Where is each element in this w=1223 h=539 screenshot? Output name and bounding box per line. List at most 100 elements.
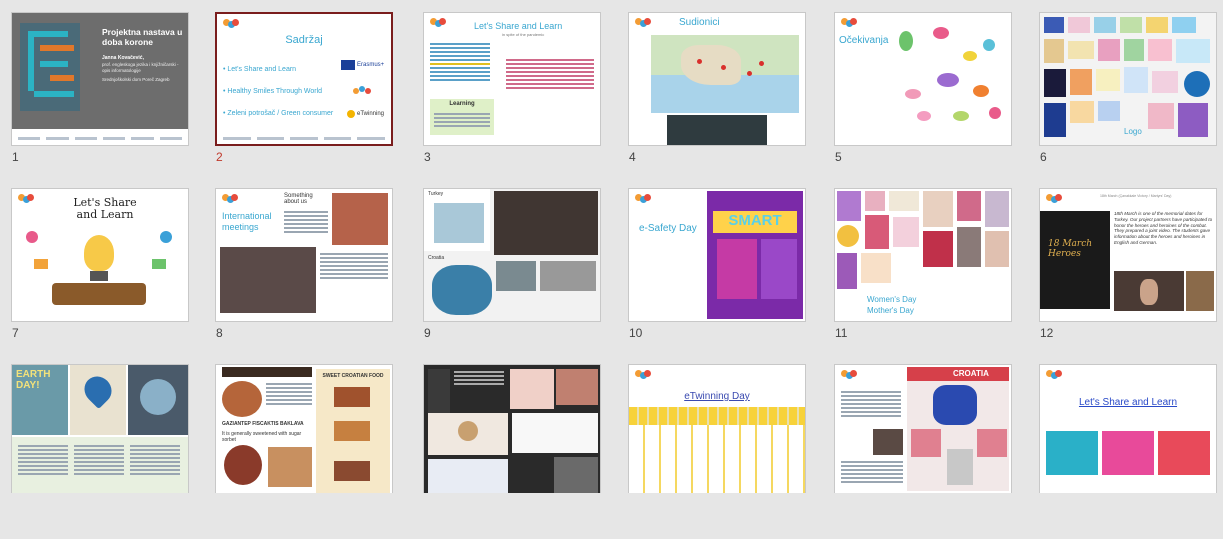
slide-cell-17: CROATIA [834, 364, 1012, 539]
slide-cell-4: Sudionici 4 [628, 12, 806, 187]
dish-name: GAZIANTEP FISCAKTIS BAKLAVA [222, 421, 304, 427]
dish-description: It is generally sweetened with sugar sor… [222, 431, 302, 443]
school-building-photo [332, 193, 388, 245]
slide-thumbnail-17[interactable]: CROATIA [834, 364, 1012, 493]
heroes-poster: 18 March Heroes [1040, 211, 1110, 309]
slide-cell-2: Sadržaj • Let's Share and Learn • Health… [215, 12, 393, 187]
slide-title: Let's Share and Learn [73, 196, 137, 221]
learning-box: Learning [430, 99, 494, 135]
slide-thumbnail-6[interactable]: Logo [1039, 12, 1217, 146]
sketch-drawing [428, 413, 508, 455]
slide-thumbnail-16[interactable]: eTwinning Day [628, 364, 806, 493]
slide-thumbnail-10[interactable]: e-Safety Day SMART [628, 188, 806, 322]
e-safety-poster: SMART [707, 191, 803, 319]
line-chart [512, 413, 598, 453]
agenda-item-1: • Let's Share and Learn [223, 66, 297, 73]
caption-mothers-day: Mother's Day [867, 306, 914, 315]
members-strip [629, 425, 805, 493]
agenda-item-3: • Zeleni potrošač / Green consumer [223, 110, 334, 117]
activities-table [12, 437, 188, 493]
chart-poster [510, 369, 554, 409]
heart-earth-poster [70, 365, 126, 435]
slide-number: 5 [835, 150, 842, 164]
slide-thumbnail-13[interactable]: EARTH DAY! [11, 364, 189, 493]
eu-flag-icon [341, 60, 355, 70]
slide-title: Let's Share and Learn [474, 21, 563, 31]
slide-number: 4 [629, 150, 636, 164]
slide-caption: Logo [1124, 127, 1142, 136]
slide-thumbnail-7[interactable]: Let's Share and Learn [11, 188, 189, 322]
slide-thumbnail-3[interactable]: Let's Share and Learn in spite of the pa… [423, 12, 601, 146]
portrait-photo [873, 429, 903, 455]
slide-title: Očekivanja [839, 35, 889, 46]
etwinning-badge: eTwinning [357, 111, 385, 117]
agenda-item-2: • Healthy Smiles Through World [223, 88, 323, 95]
slide-cell-1: Projektna nastava u doba korone Janna Ko… [11, 12, 189, 187]
croatia-photos [432, 265, 492, 315]
slide-number: 8 [216, 326, 223, 340]
slide-heading: 18th March (Çanakkale Victory / Martyrs'… [1100, 194, 1172, 198]
slide-sorter-grid: Projektna nastava u doba korone Janna Ko… [0, 0, 1223, 493]
slide-number: 6 [1040, 150, 1047, 164]
slide-cell-16: eTwinning Day [628, 364, 806, 539]
slide-number: 10 [629, 326, 643, 340]
cards-collage [837, 191, 1009, 291]
slide-number: 7 [12, 326, 19, 340]
slide-number: 9 [424, 326, 431, 340]
slide-number: 11 [835, 326, 848, 340]
slide-cell-12: 18th March (Çanakkale Victory / Martyrs'… [1039, 188, 1217, 363]
slide-subtitle: in spite of the pandemic [502, 32, 545, 37]
logo-collage [1044, 17, 1212, 141]
europe-map [651, 35, 799, 113]
slide-title: eTwinning Day [684, 391, 750, 402]
croatia-poster: CROATIA [907, 367, 1009, 491]
slide-number: 3 [424, 150, 431, 164]
slide-thumbnail-8[interactable]: International meetings Something about u… [215, 188, 393, 322]
slide-thumbnail-5[interactable]: Očekivanja [834, 12, 1012, 146]
slide-thumbnail-2[interactable]: Sadržaj • Let's Share and Learn • Health… [215, 12, 393, 146]
slide-cell-3: Let's Share and Learn in spite of the pa… [423, 12, 601, 187]
earth-photo [128, 365, 188, 435]
earth-day-poster-title: EARTH DAY! [16, 369, 51, 391]
slide-thumbnail-11[interactable]: Women's Day Mother's Day [834, 188, 1012, 322]
lightbulb-icon [84, 235, 114, 271]
caption-womens-day: Women's Day [867, 295, 917, 304]
slide-thumbnail-1[interactable]: Projektna nastava u doba korone Janna Ko… [11, 12, 189, 146]
slide-cell-18: Let's Share and Learn [1039, 364, 1217, 539]
bullet-list [430, 41, 490, 83]
slide-school: Srednjoškolski dom Poreč Zagreb [102, 77, 170, 82]
video-call-grid [494, 191, 598, 255]
slide-number: 12 [1040, 326, 1054, 340]
slide-number: 1 [12, 150, 19, 164]
slide-cell-9: Turkey Croatia 9 [423, 188, 601, 363]
slide-title: e-Safety Day [639, 223, 697, 234]
slide-side-heading: Something about us [284, 193, 313, 205]
slide-thumbnail-4[interactable]: Sudionici [628, 12, 806, 146]
video-call-grid [667, 115, 767, 145]
slide-author: Janna Kovačević, [102, 55, 144, 61]
poster-3 [1158, 431, 1210, 475]
poster-1 [1046, 431, 1098, 475]
slide-cell-13: EARTH DAY! [11, 364, 189, 539]
data-table [428, 459, 508, 493]
slide-thumbnail-9[interactable]: Turkey Croatia [423, 188, 601, 322]
croatia-label: Croatia [428, 255, 445, 261]
etwinning-logo-icon [347, 110, 355, 118]
slide-title: Sadržaj [285, 34, 323, 46]
slide-thumbnail-14[interactable]: GAZIANTEP FISCAKTIS BAKLAVA It is genera… [215, 364, 393, 493]
slide-thumbnail-15[interactable] [423, 364, 601, 493]
etwinning-banner [629, 407, 805, 425]
video-call-grid [220, 247, 316, 313]
book-icon [52, 283, 146, 305]
slide-cell-10: e-Safety Day SMART 10 [628, 188, 806, 363]
slide-title: Sudionici [679, 17, 720, 28]
project-logo-icon [223, 19, 239, 29]
slide-thumbnail-12[interactable]: 18th March (Çanakkale Victory / Martyrs'… [1039, 188, 1217, 322]
slide-thumbnail-18[interactable]: Let's Share and Learn [1039, 364, 1217, 493]
turkey-label: Turkey [428, 191, 444, 197]
aims-list [506, 57, 594, 91]
slide-body-text: 18th March is one of the memorial dates … [1114, 211, 1213, 245]
slide-title: International meetings [222, 211, 272, 232]
baklava-photo [222, 381, 262, 417]
erasmus-badge: Erasmus+ [357, 62, 385, 68]
